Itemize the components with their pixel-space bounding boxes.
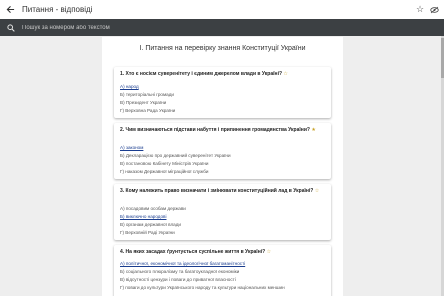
answer-option: Г) Верховній Раді України	[120, 230, 175, 235]
answer-option: Б) соціального плюралізму та багатоуклад…	[120, 269, 240, 274]
eye-off-icon[interactable]	[427, 0, 441, 19]
question-card[interactable]: 2. Чим визначаються підстави набуття і п…	[114, 123, 331, 179]
answer-option: Г) Верховна Рада України	[120, 108, 176, 113]
answer-option: В) постановою Кабінету Міністрів України	[120, 161, 209, 166]
question-text: 4. На яких засадах ґрунтується суспільне…	[120, 249, 272, 255]
app-bar: Питання - відповіді ☆	[0, 0, 444, 19]
favorite-star-icon[interactable]: ★	[311, 127, 315, 133]
answer-option-correct: Б) виключно народові	[120, 214, 167, 219]
answer-option: Б) територіальні громади	[120, 92, 174, 97]
question-card[interactable]: 3. Кому належить право визначати і зміню…	[114, 184, 331, 240]
question-text: 2. Чим визначаються підстави набуття і п…	[120, 127, 316, 133]
question-card[interactable]: 1. Хто є носієм суверенітету і єдиним дж…	[114, 67, 331, 118]
question-text: 3. Кому належить право визначати і зміню…	[120, 188, 320, 194]
favorite-star-icon[interactable]: ☆	[283, 71, 287, 77]
favorite-star-icon[interactable]: ☆	[267, 249, 271, 255]
arrow-left-icon[interactable]	[0, 0, 20, 19]
answer-option: Б) Декларацією про державний суверенітет…	[120, 153, 231, 158]
answer-option: В) органам державної влади	[120, 222, 181, 227]
favorite-star-icon[interactable]: ☆	[315, 188, 319, 194]
page-title: Питання - відповіді	[22, 5, 93, 14]
search-icon	[4, 23, 18, 32]
answer-option: Г) наказом Державної міграційної служби	[120, 169, 209, 174]
questions-sheet: I. Питання на перевірку знання Конституц…	[102, 37, 343, 296]
answer-option-correct: А) народ	[120, 84, 139, 89]
section-title: I. Питання на перевірку знання Конституц…	[139, 45, 306, 52]
star-outline-icon[interactable]: ☆	[413, 0, 427, 19]
answer-option-correct: А) політичної, економічної та ідеологічн…	[120, 261, 246, 266]
answer-option: В) відсутності цензури і поваги до прива…	[120, 277, 236, 282]
answer-option-correct: А) законом	[120, 145, 144, 150]
answer-option: В) Президент України	[120, 100, 167, 105]
question-card[interactable]: 4. На яких засадах ґрунтується суспільне…	[114, 245, 331, 296]
answer-option: А) посадовим особам держави	[120, 206, 186, 211]
answer-option: Г) поваги до культури Українського народ…	[120, 285, 285, 290]
question-text: 1. Хто є носієм суверенітету і єдиним дж…	[120, 71, 288, 77]
search-bar	[0, 19, 444, 36]
search-input[interactable]	[22, 24, 402, 31]
